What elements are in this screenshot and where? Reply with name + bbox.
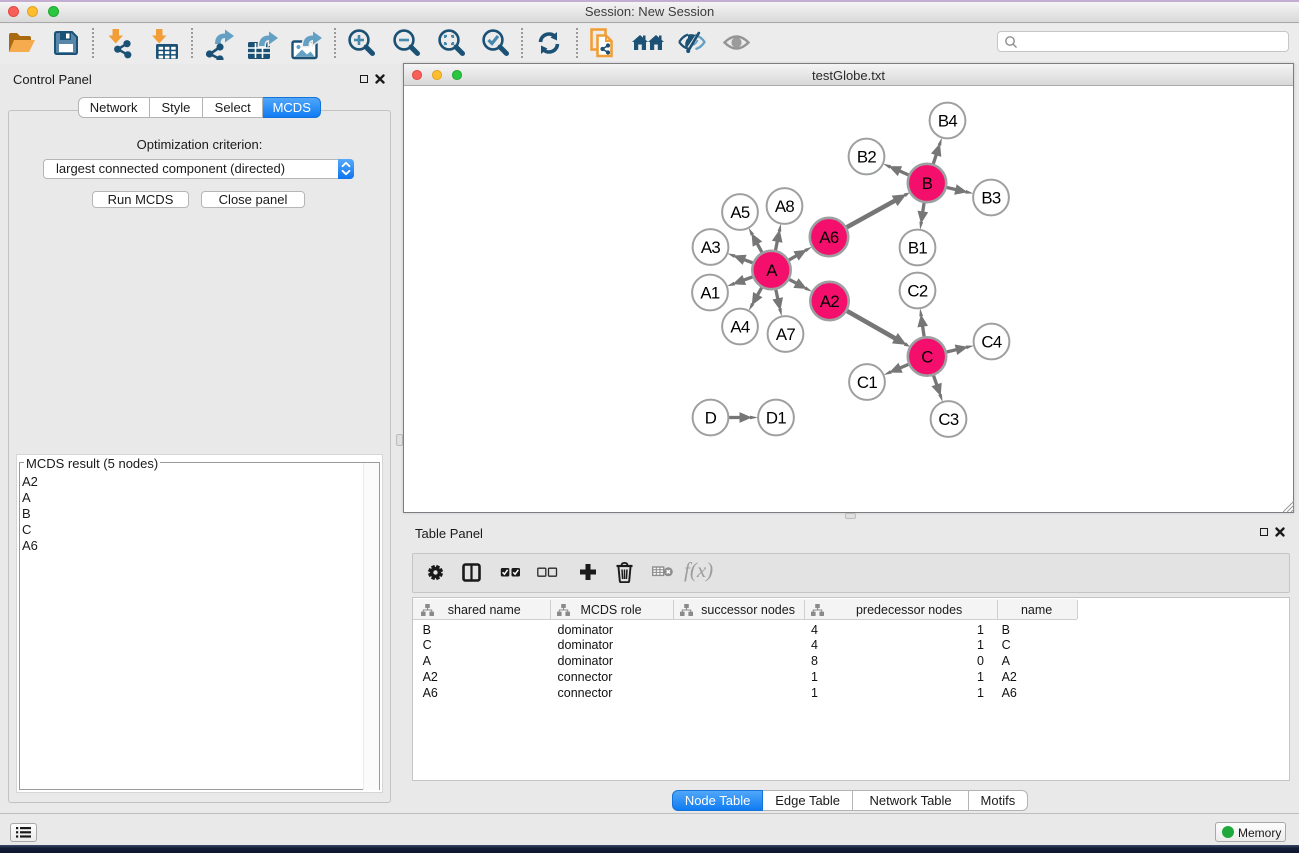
svg-text:A: A (766, 261, 778, 280)
svg-text:D: D (705, 409, 717, 428)
svg-text:C: C (921, 348, 933, 367)
svg-text:B1: B1 (908, 239, 928, 258)
svg-text:A8: A8 (775, 197, 795, 216)
svg-text:B2: B2 (857, 148, 877, 167)
svg-text:A6: A6 (819, 228, 839, 247)
svg-text:C4: C4 (981, 333, 1002, 352)
svg-text:A2: A2 (820, 292, 840, 311)
svg-text:D1: D1 (766, 409, 787, 428)
svg-text:B3: B3 (981, 189, 1001, 208)
svg-text:C3: C3 (938, 410, 959, 429)
svg-text:C2: C2 (907, 282, 928, 301)
svg-text:A7: A7 (776, 325, 796, 344)
svg-text:A4: A4 (730, 318, 750, 337)
svg-text:A3: A3 (701, 238, 721, 257)
svg-text:A1: A1 (700, 284, 720, 303)
svg-text:B4: B4 (938, 112, 958, 131)
svg-text:A5: A5 (730, 203, 750, 222)
svg-text:B: B (922, 174, 933, 193)
svg-text:C1: C1 (857, 373, 878, 392)
